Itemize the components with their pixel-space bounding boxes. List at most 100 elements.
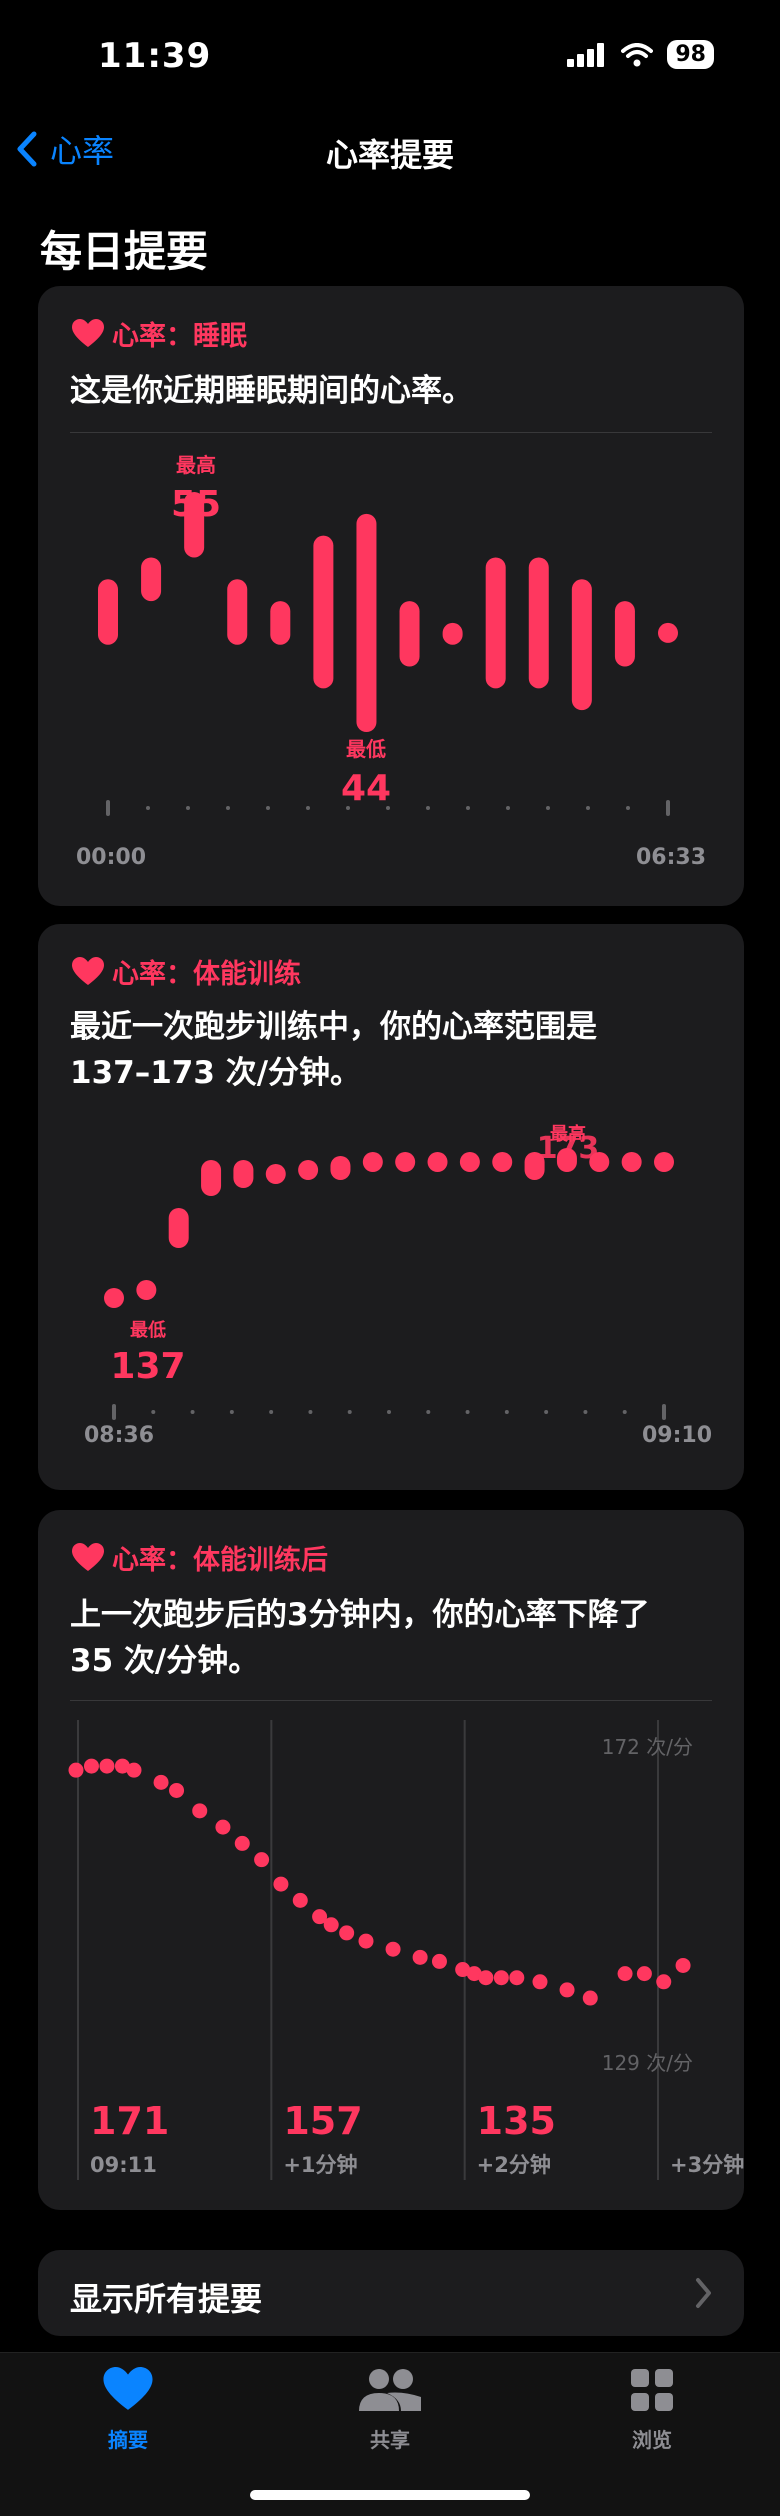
heart-icon (72, 956, 104, 985)
card-description-line1: 上一次跑步后的3分钟内，你的心率下降了 (70, 1597, 650, 1633)
range-bar (227, 579, 248, 645)
card-title: 心率：睡眠 (112, 321, 247, 352)
card-header: 心率：体能训练后 (72, 1538, 328, 1577)
x-axis-tick (586, 806, 590, 810)
card-description: 上一次跑步后的3分钟内，你的心率下降了 35 次/分钟。 (70, 1592, 650, 1684)
data-point (478, 1970, 494, 1986)
recovery-heart-rate-card[interactable]: 心率：体能训练后 上一次跑步后的3分钟内，你的心率下降了 35 次/分钟。 17… (38, 1510, 744, 2210)
data-point (493, 1970, 509, 1986)
x-axis-tick (386, 806, 390, 810)
data-point (153, 1774, 169, 1790)
sleep-heart-rate-card[interactable]: 心率：睡眠 这是你近期睡眠期间的心率。 最高 55 最低 44 00:00 06… (38, 286, 744, 906)
data-point (254, 1852, 270, 1868)
card-header: 心率：睡眠 (72, 314, 247, 353)
x-axis-tick (226, 806, 230, 810)
range-bar (427, 1152, 448, 1172)
nav-bar: 心率 心率提要 (0, 120, 780, 180)
tab-sharing[interactable]: 共享 (310, 2367, 470, 2453)
x-axis-tick (626, 806, 630, 810)
stat-label: 09:11 (90, 2153, 157, 2177)
data-point (636, 1966, 652, 1982)
range-bar (399, 601, 420, 667)
range-bar (362, 1152, 383, 1172)
cellular-signal-icon (567, 42, 605, 67)
data-point (582, 1990, 598, 2006)
data-point (169, 1782, 185, 1798)
x-axis-end-label: 06:33 (636, 845, 706, 870)
card-description: 最近一次跑步训练中，你的心率范围是 137–173 次/分钟。 (70, 1004, 597, 1096)
data-point (83, 1758, 99, 1774)
card-description-line1: 最近一次跑步训练中，你的心率范围是 (70, 1009, 597, 1045)
card-header: 心率：体能训练 (72, 952, 301, 991)
sleep-chart: 最高 55 最低 44 00:00 06:33 (76, 453, 706, 870)
status-bar: 11:39 98 (0, 0, 780, 120)
x-axis-end-label: 09:10 (642, 1423, 712, 1448)
data-point (99, 1758, 115, 1774)
x-axis-tick (426, 1410, 431, 1414)
heart-icon (72, 1542, 104, 1571)
x-axis-tick (506, 806, 510, 810)
home-indicator (250, 2490, 530, 2500)
x-axis-tick (347, 1410, 352, 1414)
tab-browse[interactable]: 浏览 (572, 2367, 732, 2453)
recovery-chart: 172 次/分 129 次/分 171 09:11 157 +1分钟 135 +2分钟 +3… (68, 1720, 744, 2180)
range-bar (270, 601, 291, 645)
data-point (339, 1925, 355, 1941)
x-axis-start-label: 08:36 (84, 1423, 154, 1448)
x-axis-tick (306, 806, 310, 810)
y-axis-top-label: 172 次/分 (602, 1735, 693, 1759)
range-bar (528, 557, 549, 689)
x-axis-tick (308, 1410, 313, 1414)
show-all-highlights-button[interactable]: 显示所有提要 (38, 2250, 744, 2336)
range-bar (614, 601, 635, 667)
stat-value: 171 (90, 2099, 169, 2143)
min-value: 44 (341, 768, 391, 809)
range-bar (265, 1164, 286, 1184)
range-bar (556, 1148, 577, 1172)
range-bar (168, 1208, 189, 1248)
status-time: 11:39 (98, 36, 212, 76)
status-icons: 98 (567, 40, 714, 69)
stat-label: +1分钟 (283, 2153, 357, 2177)
data-point (68, 1762, 84, 1778)
x-axis-tick (266, 806, 270, 810)
data-point (559, 1982, 575, 1998)
x-axis-tick (186, 806, 190, 810)
range-bar (621, 1152, 642, 1172)
show-all-label: 显示所有提要 (70, 2280, 263, 2318)
y-axis-bottom-label: 129 次/分 (602, 2051, 693, 2075)
range-bar (571, 579, 592, 711)
x-axis-tick (504, 1410, 509, 1414)
x-axis-tick (544, 1410, 549, 1414)
x-axis-tick (146, 806, 150, 810)
range-bar (492, 1152, 513, 1172)
x-axis-tick (465, 1410, 470, 1414)
data-point (675, 1957, 691, 1973)
range-bar (485, 557, 506, 689)
data-point (215, 1819, 231, 1835)
x-axis-tick (387, 1410, 391, 1414)
range-bar (184, 492, 205, 558)
max-label: 最高 (176, 453, 216, 477)
data-point (617, 1966, 633, 1982)
heart-icon (72, 318, 104, 347)
range-bar (356, 513, 377, 732)
data-point (509, 1970, 525, 1986)
workout-heart-rate-card[interactable]: 心率：体能训练 最近一次跑步训练中，你的心率范围是 137–173 次/分钟。 … (38, 924, 744, 1490)
data-point (273, 1876, 289, 1892)
tab-summary[interactable]: 摘要 (48, 2367, 208, 2453)
x-axis-tick (346, 806, 350, 810)
data-point (431, 1953, 447, 1969)
grid-icon (631, 2369, 673, 2411)
data-point (358, 1933, 374, 1949)
stat-label: +2分钟 (477, 2153, 551, 2177)
wifi-icon (621, 42, 654, 66)
data-point (323, 1917, 339, 1933)
x-axis-tick (583, 1410, 588, 1414)
stat-value: 157 (283, 2099, 362, 2143)
x-axis-tick (662, 1404, 666, 1420)
range-bar (98, 579, 118, 645)
battery-indicator: 98 (667, 40, 714, 69)
card-title: 心率：体能训练 (112, 959, 301, 990)
min-label: 最低 (346, 737, 386, 761)
